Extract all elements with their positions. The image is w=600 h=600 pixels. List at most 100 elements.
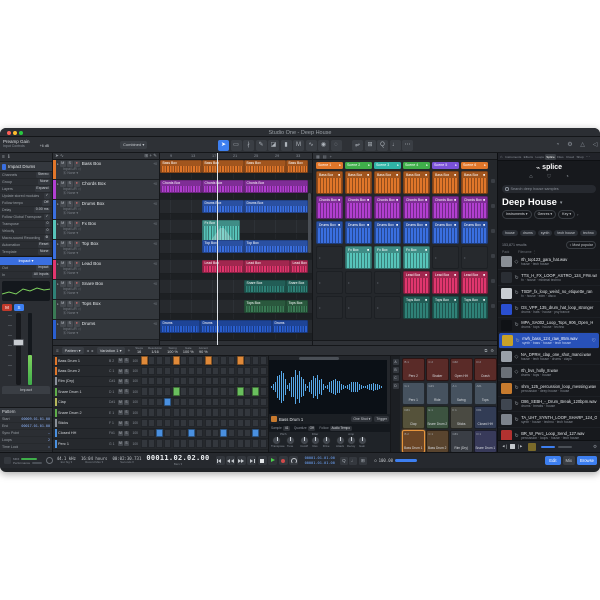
step-cell[interactable] xyxy=(205,387,212,396)
step-cell[interactable] xyxy=(148,377,155,386)
step-cell-active[interactable] xyxy=(188,429,195,438)
profile-nav-icon[interactable]: ◔ xyxy=(565,174,568,183)
pad-clap[interactable]: D#1Clap xyxy=(402,406,425,429)
sample-row[interactable]: ↻TA_UHT_SYNTH_LOOP_SHARP_124_Gsynth · ho… xyxy=(498,412,600,428)
knob-dial[interactable] xyxy=(300,436,309,445)
mute-button[interactable]: M xyxy=(2,304,12,311)
step-cell[interactable] xyxy=(228,356,235,365)
arrange-clip-chords-box[interactable]: Chords Box xyxy=(160,180,202,193)
track-expand-arrow[interactable]: ▸ xyxy=(57,302,59,306)
loop-icon[interactable]: ↻ xyxy=(515,401,519,407)
step-cell[interactable] xyxy=(164,419,171,428)
step-cell-active[interactable] xyxy=(173,387,180,396)
step-cell[interactable] xyxy=(141,367,148,376)
metronome-toggle[interactable]: ♩ xyxy=(390,140,401,151)
eq-curve-display[interactable] xyxy=(2,281,50,301)
launcher-row-indicator[interactable] xyxy=(491,254,495,258)
sample-mode-selector[interactable]: One Shot ▾ xyxy=(351,416,372,422)
lane-mute-button[interactable]: M xyxy=(118,379,123,384)
track-solo-button[interactable]: S xyxy=(67,201,73,207)
pad-snare-drum-1[interactable]: D 1Snare Drum 1 xyxy=(474,430,497,453)
inspector-row-value[interactable]: None xyxy=(38,179,50,185)
step-cell[interactable] xyxy=(260,419,267,428)
stop-button[interactable] xyxy=(258,456,267,465)
inspector-row-value[interactable]: Expand xyxy=(35,186,50,192)
launcher-clip-tops-box[interactable]: Tops Box■ xyxy=(403,296,430,319)
track-solo-button[interactable]: S xyxy=(67,301,73,307)
arrange-clip-chords-box[interactable]: Chords Box xyxy=(202,180,244,193)
sample-field-value[interactable]: Off xyxy=(308,426,315,431)
step-cell[interactable] xyxy=(220,367,227,376)
launcher-row-indicator[interactable] xyxy=(491,279,495,283)
loop-end-display[interactable]: 00001.01.01.00 xyxy=(305,461,335,465)
step-cell[interactable] xyxy=(212,419,219,428)
pointer-tool[interactable]: ➤ xyxy=(218,140,229,151)
step-cell[interactable] xyxy=(237,408,244,417)
pad-tops[interactable]: A#1Tops xyxy=(474,382,497,405)
step-cell[interactable] xyxy=(220,439,227,448)
strip-footer-tab[interactable]: Impact xyxy=(2,386,50,394)
step-cell[interactable] xyxy=(220,377,227,386)
track-automation-selector[interactable]: Ⓐ None ▾ xyxy=(53,231,159,236)
launcher-empty-slot[interactable]: ▸ xyxy=(461,246,488,269)
pad-perc-1[interactable]: G 1Perc 1 xyxy=(402,382,425,405)
mode-selector[interactable]: Combined ▾ xyxy=(120,141,147,149)
step-cell[interactable] xyxy=(173,367,180,376)
arrange-clip-lead-box[interactable]: Lead Box xyxy=(202,260,244,273)
track-solo-button[interactable]: S xyxy=(67,281,73,287)
inspector-row-value[interactable]: ⚙ xyxy=(44,235,50,241)
pad-crash[interactable]: D 2Crash xyxy=(474,358,497,381)
step-cell[interactable] xyxy=(164,408,171,417)
loop-icon[interactable]: ↻ xyxy=(515,275,519,281)
step-cell[interactable] xyxy=(148,439,155,448)
launcher-clip-drums-box[interactable]: Drums Box■ xyxy=(461,221,488,244)
main-time-unit[interactable]: Bars ▾ xyxy=(146,463,209,466)
step-cell-active[interactable] xyxy=(237,387,244,396)
inspector-row[interactable]: Follow Global Transpose✓ xyxy=(0,214,52,221)
launcher-clip-fx-box[interactable]: Fx Box■ xyxy=(374,246,401,269)
step-cell[interactable] xyxy=(260,367,267,376)
track-mute-button[interactable]: M xyxy=(60,241,66,247)
sample-row[interactable]: ◇rth_bvs_holly_8.wavdrums · tops · house xyxy=(498,365,600,381)
track-header-tops-box[interactable]: ▸MS●Tops Box+0Input L/R ◁Ⓐ None ▾ xyxy=(53,300,159,320)
step-cell[interactable] xyxy=(228,387,235,396)
track-expand-arrow[interactable]: ▸ xyxy=(57,202,59,206)
step-cell[interactable] xyxy=(205,439,212,448)
lane-velocity-value[interactable]: 100 xyxy=(130,369,138,373)
tag-chip-synth[interactable]: synth xyxy=(538,230,553,237)
pattern-lane-perc-1[interactable]: Perc 1G 1MS100 xyxy=(53,439,268,449)
step-cell[interactable] xyxy=(212,387,219,396)
step-cell[interactable] xyxy=(141,387,148,396)
scene-header-3[interactable]: Scene 3 ▸ xyxy=(374,162,401,169)
launcher-clip-bass-box[interactable]: Bass Box■ xyxy=(345,171,372,194)
tap-tempo-button[interactable] xyxy=(46,457,53,464)
pattern-info-value[interactable]: 00009.01.01.00 xyxy=(21,417,50,421)
knob-attack[interactable]: Attack xyxy=(335,436,346,448)
info-icon[interactable]: ℹ xyxy=(8,154,10,160)
track-record-button[interactable]: ● xyxy=(74,221,80,227)
inspector-row[interactable]: Macro-sound Recording⚙ xyxy=(0,235,52,242)
arrange-clip-top-box[interactable]: Top Box xyxy=(244,240,308,253)
loop-icon[interactable]: ↻ xyxy=(515,306,519,312)
step-cell[interactable] xyxy=(173,398,180,407)
filter-button-instruments[interactable]: Instruments ▾ xyxy=(502,210,532,219)
step-cell[interactable] xyxy=(260,387,267,396)
step-cell[interactable] xyxy=(164,387,171,396)
step-cell[interactable] xyxy=(188,356,195,365)
player-next-button[interactable]: |⯈ xyxy=(518,444,523,449)
pattern-lane-bass-drum-1[interactable]: Bass Drum 1B 2MS100 xyxy=(53,356,268,366)
lane-velocity-value[interactable]: 100 xyxy=(130,431,138,435)
track-record-button[interactable]: ● xyxy=(74,161,80,167)
track-solo-button[interactable]: S xyxy=(67,221,73,227)
lane-velocity-value[interactable]: 100 xyxy=(130,379,138,383)
knob-dial[interactable] xyxy=(311,436,320,445)
home-nav-icon[interactable]: ⌂ xyxy=(529,174,532,183)
step-cell[interactable] xyxy=(237,419,244,428)
knob-tune[interactable]: Tune xyxy=(285,436,296,448)
browser-tab-splice[interactable]: Splice xyxy=(545,154,556,160)
goto-end-button[interactable] xyxy=(247,456,256,465)
sample-row[interactable]: ↻shm_125_percussion_loop_messing.wavperc… xyxy=(498,381,600,397)
sample-field-value[interactable]: Audio Tempo xyxy=(330,426,352,431)
scene-header-5[interactable]: Scene 5 ▸ xyxy=(432,162,459,169)
knob-transpose[interactable]: Transpose xyxy=(271,436,285,448)
